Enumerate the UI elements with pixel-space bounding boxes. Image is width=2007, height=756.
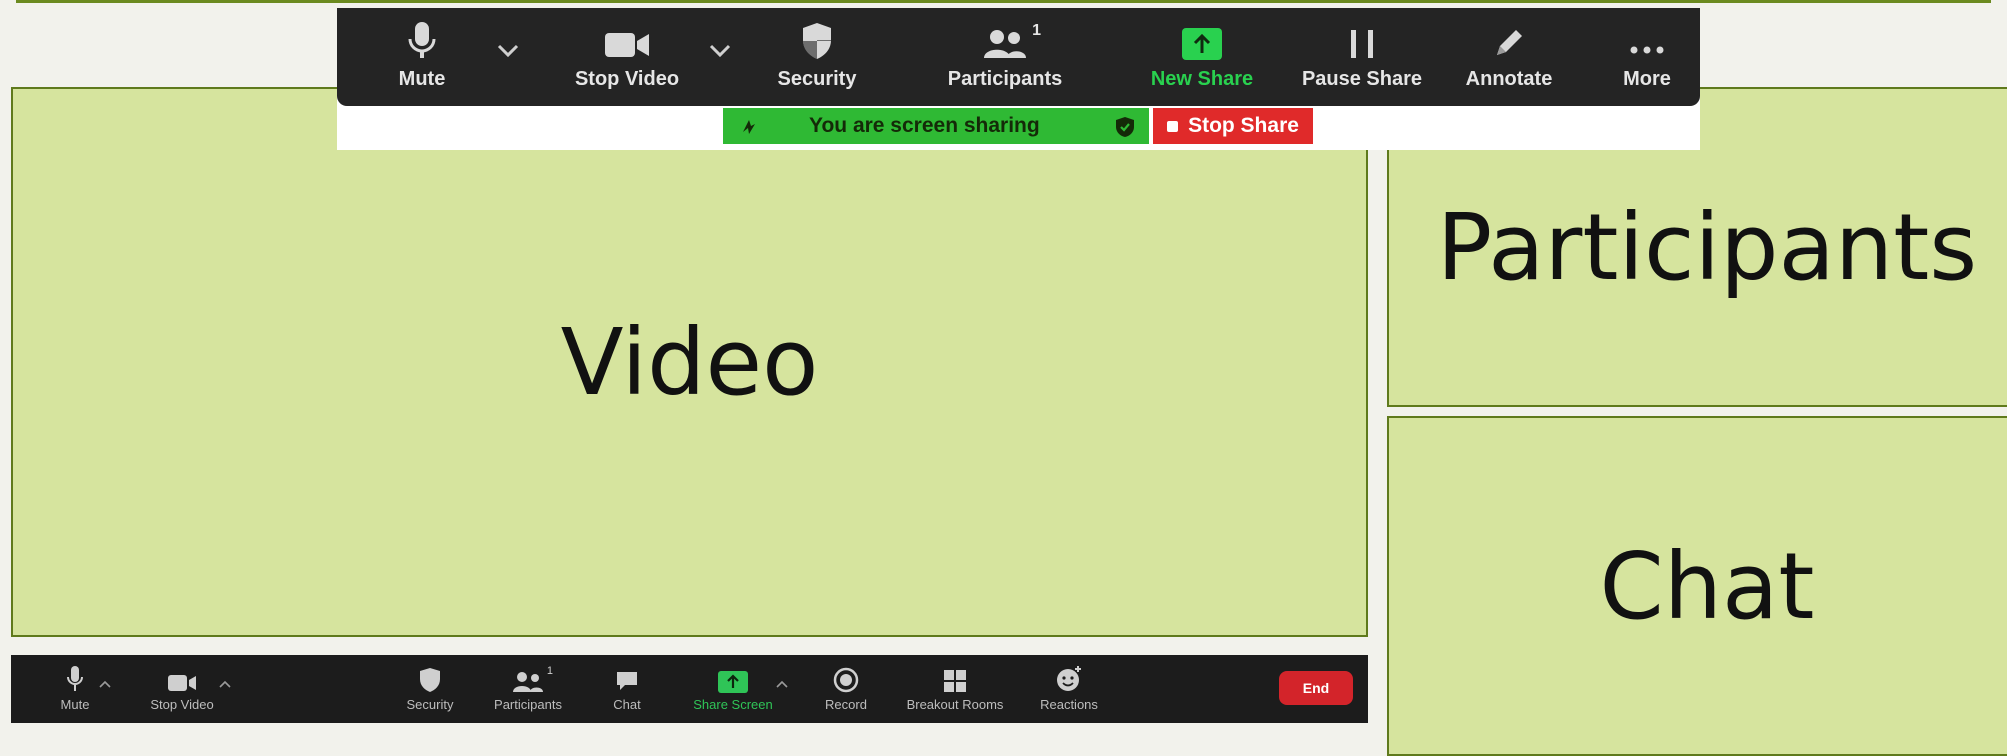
participants-panel-label: Participants — [1436, 193, 1978, 301]
stop-video-label: Stop Video — [574, 68, 680, 90]
top-divider-line — [16, 0, 1991, 3]
shield-check-icon — [1116, 117, 1134, 137]
bottom-participants-count: 1 — [546, 665, 553, 677]
security-button[interactable]: Security — [757, 8, 877, 106]
video-panel: Video — [11, 87, 1368, 637]
up-arrow-icon — [718, 661, 748, 693]
video-panel-label: Video — [560, 308, 819, 416]
stop-share-button[interactable]: Stop Share — [1153, 108, 1313, 144]
pause-icon — [1347, 8, 1377, 60]
bottom-record-button[interactable]: Record — [811, 661, 881, 712]
bottom-participants-label: Participants — [494, 697, 562, 712]
annotate-button[interactable]: Annotate — [1449, 8, 1569, 106]
bottom-reactions-label: Reactions — [1040, 697, 1098, 712]
chevron-up-icon — [776, 680, 788, 688]
bottom-stop-video-button[interactable]: Stop Video — [137, 661, 227, 712]
bottom-record-label: Record — [825, 697, 867, 712]
bottom-video-chevron[interactable] — [219, 675, 231, 693]
more-dots-icon — [1627, 8, 1667, 60]
grid-icon — [943, 661, 967, 693]
participants-label: Participants — [947, 68, 1063, 90]
video-camera-icon — [167, 661, 197, 693]
participants-button[interactable]: 1 Participants — [930, 8, 1080, 106]
security-label: Security — [777, 68, 857, 90]
chat-panel-label: Chat — [1599, 532, 1815, 640]
more-label: More — [1623, 68, 1671, 90]
bottom-chat-button[interactable]: Chat — [597, 661, 657, 712]
screen-sharing-text: You are screen sharing — [809, 114, 1040, 137]
video-options-chevron[interactable] — [709, 44, 731, 63]
bottom-participants-button[interactable]: 1 Participants — [483, 661, 573, 712]
bottom-breakout-rooms-label: Breakout Rooms — [906, 697, 1004, 712]
record-icon — [833, 661, 859, 693]
share-toolbar: Mute Stop Video Security 1 Participants … — [337, 8, 1700, 106]
microphone-icon — [66, 661, 84, 693]
mute-label: Mute — [398, 68, 446, 90]
people-icon: 1 — [981, 8, 1041, 60]
screen-sharing-status[interactable]: You are screen sharing — [723, 108, 1149, 144]
annotate-label: Annotate — [1465, 68, 1553, 90]
bottom-reactions-button[interactable]: Reactions — [1029, 661, 1109, 712]
new-share-label: New Share — [1150, 68, 1254, 90]
end-meeting-button[interactable]: End — [1279, 671, 1353, 705]
chevron-down-icon — [709, 44, 731, 58]
drag-handle-icon — [743, 120, 755, 134]
microphone-icon — [407, 8, 437, 60]
meeting-toolbar: Mute Stop Video Security 1 Participants … — [11, 655, 1368, 723]
bottom-share-chevron[interactable] — [776, 675, 788, 693]
chat-bubble-icon — [615, 661, 639, 693]
bottom-security-label: Security — [406, 697, 454, 712]
emoji-icon — [1055, 661, 1083, 693]
chat-panel: Chat — [1387, 416, 2007, 756]
new-share-button[interactable]: New Share — [1137, 8, 1267, 106]
pause-share-label: Pause Share — [1301, 68, 1423, 90]
pause-share-button[interactable]: Pause Share — [1292, 8, 1432, 106]
bottom-audio-chevron[interactable] — [99, 675, 111, 693]
bottom-stop-video-label: Stop Video — [150, 697, 214, 712]
video-camera-icon — [604, 8, 650, 60]
chevron-up-icon — [219, 680, 231, 688]
stop-square-icon — [1167, 120, 1179, 132]
bottom-chat-label: Chat — [613, 697, 641, 712]
bottom-share-screen-button[interactable]: Share Screen — [683, 661, 783, 712]
bottom-breakout-rooms-button[interactable]: Breakout Rooms — [897, 661, 1013, 712]
bottom-mute-label: Mute — [60, 697, 90, 712]
pencil-icon — [1492, 8, 1526, 60]
stop-share-label: Stop Share — [1188, 114, 1299, 137]
mute-button[interactable]: Mute — [367, 8, 477, 106]
shield-icon — [419, 661, 441, 693]
bottom-share-screen-label: Share Screen — [693, 697, 773, 712]
audio-options-chevron[interactable] — [497, 44, 519, 63]
bottom-mute-button[interactable]: Mute — [45, 661, 105, 712]
chevron-down-icon — [497, 44, 519, 58]
people-icon: 1 — [511, 661, 553, 693]
more-button[interactable]: More — [1592, 8, 1702, 106]
screen-share-controls: Mute Stop Video Security 1 Participants … — [337, 8, 1700, 150]
bottom-security-button[interactable]: Security — [395, 661, 465, 712]
chevron-up-icon — [99, 680, 111, 688]
shield-icon — [801, 8, 833, 60]
up-arrow-icon — [1182, 8, 1222, 60]
stop-video-button[interactable]: Stop Video — [552, 8, 702, 106]
participants-count: 1 — [1032, 22, 1041, 39]
